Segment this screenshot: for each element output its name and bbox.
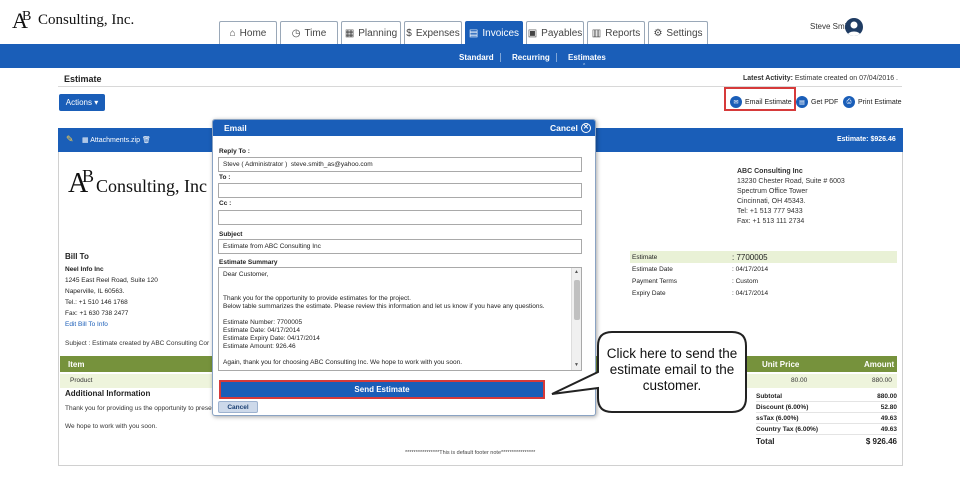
- trash-icon[interactable]: 🗑: [142, 137, 151, 144]
- additional-info-text: We hope to work with you soon.: [65, 423, 158, 430]
- logo-text: Consulting, Inc.: [38, 12, 135, 28]
- attachments-link[interactable]: ▦ Attachments.zip 🗑: [82, 136, 151, 144]
- svg-text:B: B: [82, 166, 94, 186]
- close-icon: ✕: [580, 123, 591, 133]
- subtab-recurring[interactable]: Recurring: [512, 53, 550, 62]
- summary-label: Estimate Summary: [219, 259, 278, 266]
- get-pdf-button[interactable]: ▤ Get PDF: [796, 94, 838, 110]
- print-icon: ⎙: [843, 96, 855, 108]
- email-dialog-title: Email: [224, 123, 247, 133]
- totals-row: Country Tax (6.00%) 49.63: [756, 424, 897, 435]
- cc-field[interactable]: [218, 210, 582, 225]
- page-title: Estimate: [64, 74, 102, 84]
- scroll-thumb[interactable]: [574, 280, 580, 320]
- footer-note: ****************This is default footer n…: [405, 450, 536, 456]
- edit-bill-to-link[interactable]: Edit Bill To Info: [65, 319, 158, 330]
- tab-payables[interactable]: ▣ Payables: [526, 21, 584, 44]
- scroll-up-icon[interactable]: ▲: [574, 269, 579, 275]
- home-icon: ⌂: [229, 27, 236, 39]
- tab-invoices[interactable]: ▤ Invoices: [465, 21, 523, 44]
- callout-text: Click here to send the estimate email to…: [606, 346, 738, 393]
- estimate-meta: Estimate: 7700005 Estimate Date: 04/17/2…: [630, 251, 897, 299]
- subnav-divider: [556, 53, 557, 62]
- tab-planning[interactable]: ▦ Planning: [341, 21, 401, 44]
- email-estimate-highlight: [724, 87, 796, 111]
- subtab-standard[interactable]: Standard: [459, 53, 494, 62]
- totals-row: ssTax (6.00%) 49.63: [756, 413, 897, 424]
- to-label: To :: [219, 174, 231, 181]
- bill-to-heading: Bill To: [65, 252, 89, 261]
- pdf-icon: ▤: [796, 96, 808, 108]
- additional-info-heading: Additional Information: [65, 389, 151, 398]
- item-amount: 880.00: [872, 377, 892, 384]
- totals-table: Subtotal 880.00 Discount (6.00%) 52.80 ssT…: [756, 391, 897, 448]
- tab-reports[interactable]: ▥ Reports: [587, 21, 645, 44]
- reply-to-field[interactable]: [218, 157, 582, 172]
- col-item: Item: [68, 360, 85, 369]
- bill-to-address: Neel Info Inc 1245 East Reel Road, Suite…: [65, 266, 158, 330]
- tab-home[interactable]: ⌂ Home: [219, 21, 277, 44]
- chart-icon: ▥: [591, 27, 602, 39]
- cancel-button[interactable]: Cancel: [218, 401, 258, 413]
- clock-icon: ◷: [291, 27, 301, 39]
- item-unit-price: 80.00: [791, 377, 808, 384]
- pencil-icon[interactable]: ✎: [66, 134, 74, 145]
- attachment-icon: ▦: [82, 137, 89, 144]
- totals-row-grand: Total $ 926.46: [756, 437, 897, 446]
- col-amount: Amount: [864, 360, 895, 369]
- subject-label: Subject: [219, 231, 243, 238]
- calendar-icon: ▦: [344, 27, 355, 39]
- reply-to-label: Reply To :: [219, 148, 250, 155]
- svg-text:B: B: [22, 9, 31, 24]
- summary-text: Dear Customer, Thank you for the opportu…: [223, 271, 545, 366]
- estimate-logo-text: Consulting, Inc: [96, 176, 207, 196]
- active-caret-icon: ⌃: [582, 63, 587, 69]
- cc-label: Cc :: [219, 200, 232, 207]
- tab-expenses[interactable]: $ Expenses: [404, 21, 462, 44]
- print-estimate-button[interactable]: ⎙ Print Estimate: [843, 94, 902, 110]
- main-nav: ⌂ Home ◷ Time ▦ Planning $ Expenses ▤ Invoice…: [219, 21, 708, 44]
- col-unit-price: Unit Price: [762, 360, 800, 369]
- subtab-estimates[interactable]: Estimates: [568, 53, 606, 62]
- meta-row: Estimate Date: 04/17/2014: [632, 265, 769, 273]
- caret-down-icon: ▾: [94, 98, 99, 107]
- additional-info-text: Thank you for providing us the opportuni…: [65, 405, 212, 412]
- send-estimate-button[interactable]: Send Estimate: [219, 380, 545, 399]
- to-field[interactable]: [218, 183, 582, 198]
- summary-textarea[interactable]: Dear Customer, Thank you for the opportu…: [218, 267, 582, 371]
- totals-row: Discount (6.00%) 52.80: [756, 402, 897, 413]
- document-icon: ▤: [468, 27, 479, 39]
- estimate-total: Estimate: $926.46: [837, 136, 896, 143]
- meta-row: Expiry Date: 04/17/2014: [632, 289, 769, 297]
- subject-field[interactable]: [218, 239, 582, 254]
- meta-row: Payment Terms: Custom: [632, 277, 759, 285]
- company-address: ABC Consulting Inc 13230 Chester Road, S…: [737, 168, 845, 225]
- money-icon: ▣: [527, 27, 538, 39]
- item-name: Product: [70, 377, 93, 384]
- tab-settings[interactable]: ⚙ Settings: [648, 21, 708, 44]
- meta-row: Estimate: 7700005: [630, 251, 897, 263]
- user-icon: [847, 21, 861, 36]
- gears-icon: ⚙: [653, 27, 663, 39]
- actions-button[interactable]: Actions ▾: [59, 94, 105, 111]
- email-dialog-header: [213, 120, 595, 136]
- estimate-subject: Subject : Estimate created by ABC Consul…: [65, 340, 210, 347]
- totals-row: Subtotal 880.00: [756, 391, 897, 402]
- latest-activity: Latest Activity: Estimate created on 07/…: [743, 75, 898, 82]
- dollar-icon: $: [406, 27, 412, 39]
- avatar[interactable]: [845, 18, 863, 36]
- tab-time[interactable]: ◷ Time: [280, 21, 338, 44]
- subnav-divider: [500, 53, 501, 62]
- email-dialog-cancel[interactable]: Cancel ✕: [550, 123, 591, 133]
